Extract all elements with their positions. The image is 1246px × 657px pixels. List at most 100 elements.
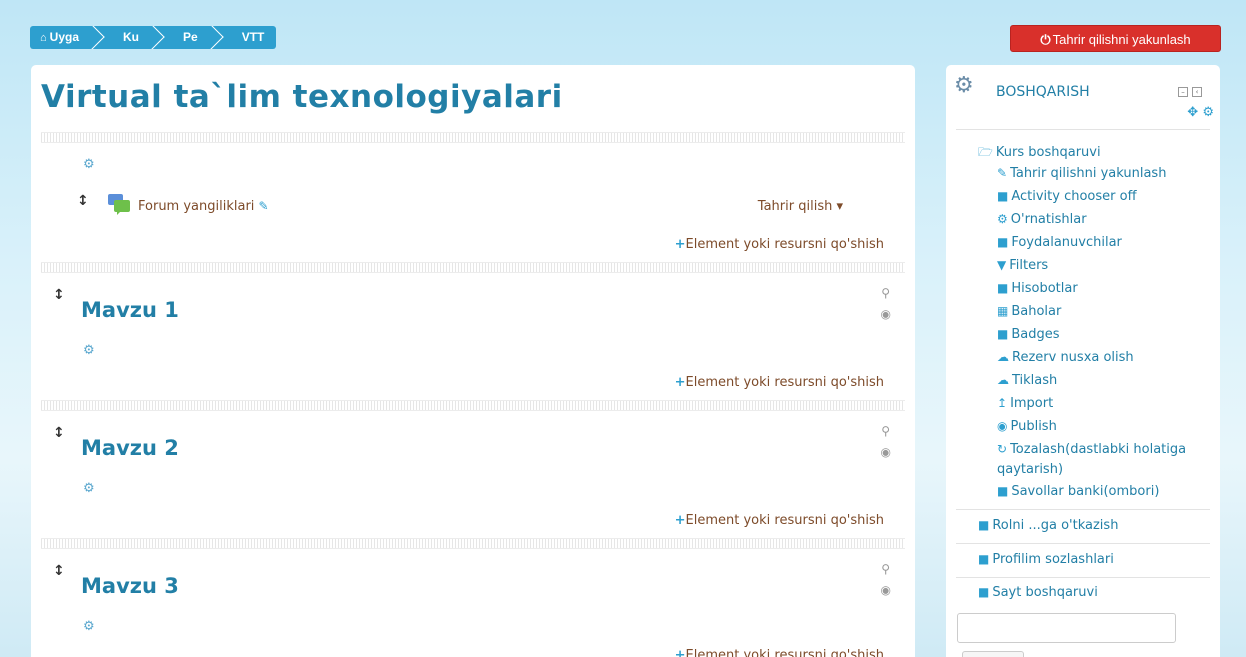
course-admin-node[interactable]: 🗁 Kurs boshqaruvi bbox=[978, 143, 1101, 164]
add-activity-link[interactable]: +Element yoki resursni qo'shish bbox=[675, 513, 884, 528]
sidebar-item-site-admin[interactable]: ■ Sayt boshqaruvi bbox=[978, 585, 1098, 600]
section-settings-icon[interactable]: ⚙ bbox=[83, 481, 95, 496]
section-title: Mavzu 1 bbox=[81, 298, 179, 322]
block-tools: ✥ ⚙ bbox=[1187, 105, 1214, 120]
breadcrumb-item-pe[interactable]: Pe bbox=[165, 26, 224, 49]
sidebar-item-reports[interactable]: ■ Hisobotlar bbox=[997, 281, 1078, 296]
sidebar-item-filters[interactable]: ▼ Filters bbox=[997, 258, 1048, 273]
folder-open-icon: 🗁 bbox=[978, 145, 993, 159]
lightbulb-icon[interactable]: ⚲ bbox=[881, 286, 890, 300]
folder-icon: ■ bbox=[997, 484, 1009, 498]
move-icon[interactable]: ↕ bbox=[53, 287, 65, 303]
sidebar-item-label: Filters bbox=[1009, 258, 1049, 273]
plus-icon: + bbox=[674, 237, 686, 252]
dock-block-icon[interactable]: ‹ bbox=[1192, 87, 1202, 97]
sidebar-item-switch-role[interactable]: ■ Rolni ...ga o'tkazish bbox=[978, 518, 1118, 533]
turn-editing-off-label: Tahrir qilishni yakunlash bbox=[1052, 32, 1191, 47]
section-settings-icon[interactable]: ⚙ bbox=[83, 343, 95, 358]
forum-news-label: Forum yangiliklari bbox=[138, 199, 255, 214]
admin-block-title: BOSHQARISH bbox=[996, 84, 1090, 100]
divider bbox=[956, 509, 1210, 510]
breadcrumb-label-pe: Pe bbox=[183, 30, 198, 44]
divider bbox=[956, 543, 1210, 544]
lightbulb-icon[interactable]: ⚲ bbox=[881, 424, 890, 438]
table-icon: ▦ bbox=[997, 304, 1009, 318]
add-activity-label: Element yoki resursni qo'shish bbox=[685, 513, 884, 528]
move-icon[interactable]: ↕ bbox=[53, 425, 65, 441]
course-admin-label: Kurs boshqaruvi bbox=[995, 145, 1101, 160]
cloud-upload-icon: ☁ bbox=[997, 350, 1009, 364]
turn-editing-off-button[interactable]: ⏻ Tahrir qilishni yakunlash bbox=[1010, 25, 1221, 52]
breadcrumb-label-home: Uyga bbox=[49, 30, 79, 44]
sidebar-item-label: Tozalash(dastlabki holatiga bbox=[1010, 442, 1187, 457]
move-icon[interactable]: ↕ bbox=[53, 563, 65, 579]
sidebar-item-label: Hisobotlar bbox=[1011, 281, 1078, 296]
sidebar-item-import[interactable]: ↥ Import bbox=[997, 396, 1053, 411]
pencil-icon[interactable]: ✎ bbox=[259, 199, 269, 213]
eye-icon[interactable]: ◉ bbox=[881, 445, 891, 459]
eye-icon[interactable]: ◉ bbox=[881, 583, 891, 597]
section-settings-icon[interactable]: ⚙ bbox=[83, 619, 95, 634]
section-separator bbox=[41, 132, 905, 143]
cloud-download-icon: ☁ bbox=[997, 373, 1009, 387]
sidebar-item-settings[interactable]: ⚙ O'rnatishlar bbox=[997, 212, 1087, 227]
sidebar-item-activity-chooser[interactable]: ■ Activity chooser off bbox=[997, 189, 1137, 204]
globe-icon: ◉ bbox=[997, 419, 1008, 433]
folder-icon: ■ bbox=[997, 327, 1009, 341]
breadcrumb-label-vtt: VTT bbox=[241, 30, 265, 44]
sidebar-item-question-bank[interactable]: ■ Savollar banki(ombori) bbox=[997, 484, 1159, 499]
sidebar-item-label: Import bbox=[1010, 396, 1054, 411]
sidebar-item-publish[interactable]: ◉ Publish bbox=[997, 419, 1057, 434]
filter-icon: ▼ bbox=[997, 258, 1007, 272]
sidebar-item-label: Savollar banki(ombori) bbox=[1011, 484, 1160, 499]
admin-block-header: ⚙ BOSHQARISH – ‹ bbox=[954, 73, 1212, 103]
sidebar-item-badges[interactable]: ■ Badges bbox=[997, 327, 1060, 342]
sidebar-item-label: Foydalanuvchilar bbox=[1011, 235, 1122, 250]
sidebar-item-label: Sayt boshqaruvi bbox=[992, 585, 1098, 600]
sidebar-item-label: Baholar bbox=[1011, 304, 1062, 319]
admin-block: ⚙ BOSHQARISH – ‹ ✥ ⚙ 🗁 Kurs boshqaruvi ✎ T… bbox=[946, 65, 1220, 657]
section-settings-icon[interactable]: ⚙ bbox=[83, 157, 95, 172]
add-activity-link[interactable]: +Element yoki resursni qo'shish bbox=[675, 375, 884, 390]
breadcrumb: ⌂ Uyga Ku Pe VTT bbox=[30, 26, 277, 49]
admin-search-input[interactable] bbox=[957, 613, 1176, 643]
breadcrumb-label-ku: Ku bbox=[123, 30, 139, 44]
folder-icon: ■ bbox=[978, 518, 990, 532]
sidebar-item-label: qaytarish) bbox=[997, 462, 1064, 477]
plus-icon: + bbox=[674, 375, 686, 390]
move-icon[interactable]: ↕ bbox=[77, 193, 89, 209]
plus-icon: + bbox=[674, 513, 686, 528]
add-activity-link[interactable]: +Element yoki resursni qo'shish bbox=[675, 237, 884, 252]
breadcrumb-item-vtt[interactable]: VTT bbox=[224, 26, 277, 49]
sidebar-item-backup[interactable]: ☁ Rezerv nusxa olish bbox=[997, 350, 1134, 365]
sidebar-item-label: Tiklash bbox=[1012, 373, 1058, 388]
sidebar-item-restore[interactable]: ☁ Tiklash bbox=[997, 373, 1057, 388]
cogs-icon: ⚙ bbox=[997, 212, 1008, 226]
move-block-icon[interactable]: ✥ bbox=[1187, 105, 1198, 120]
refresh-icon: ↻ bbox=[997, 442, 1008, 456]
folder-icon: ■ bbox=[978, 552, 990, 566]
sidebar-item-reset[interactable]: ↻ Tozalash(dastlabki holatiga bbox=[997, 442, 1186, 457]
sidebar-item-users[interactable]: ■ Foydalanuvchilar bbox=[997, 235, 1122, 250]
sidebar-item-label: Publish bbox=[1010, 419, 1057, 434]
add-activity-label: Element yoki resursni qo'shish bbox=[685, 237, 884, 252]
caret-down-icon: ▾ bbox=[832, 199, 843, 214]
course-title: Virtual ta`lim texnologiyalari bbox=[41, 79, 563, 115]
minimize-block-icon[interactable]: – bbox=[1178, 87, 1188, 97]
add-activity-link[interactable]: +Element yoki resursni qo'shish bbox=[675, 648, 884, 657]
block-settings-icon[interactable]: ⚙ bbox=[1202, 105, 1214, 120]
edit-menu-dropdown[interactable]: Tahrir qilish ▾ bbox=[758, 199, 843, 214]
breadcrumb-item-home[interactable]: ⌂ Uyga bbox=[30, 26, 105, 49]
admin-search-button[interactable] bbox=[962, 651, 1024, 657]
divider bbox=[956, 129, 1210, 130]
lightbulb-icon[interactable]: ⚲ bbox=[881, 562, 890, 576]
sidebar-item-label: Badges bbox=[1011, 327, 1060, 342]
breadcrumb-item-ku[interactable]: Ku bbox=[105, 26, 165, 49]
sidebar-item-profile[interactable]: ■ Profilim sozlashlari bbox=[978, 552, 1114, 567]
sidebar-item-edit-off[interactable]: ✎ Tahrir qilishni yakunlash bbox=[997, 166, 1166, 181]
eye-icon[interactable]: ◉ bbox=[881, 307, 891, 321]
sidebar-item-grades[interactable]: ▦ Baholar bbox=[997, 304, 1061, 319]
sidebar-item-label: O'rnatishlar bbox=[1010, 212, 1087, 227]
sidebar-item-reset-continued[interactable]: qaytarish) bbox=[997, 462, 1063, 477]
forum-news-link[interactable]: Forum yangiliklari ✎ bbox=[138, 199, 269, 214]
